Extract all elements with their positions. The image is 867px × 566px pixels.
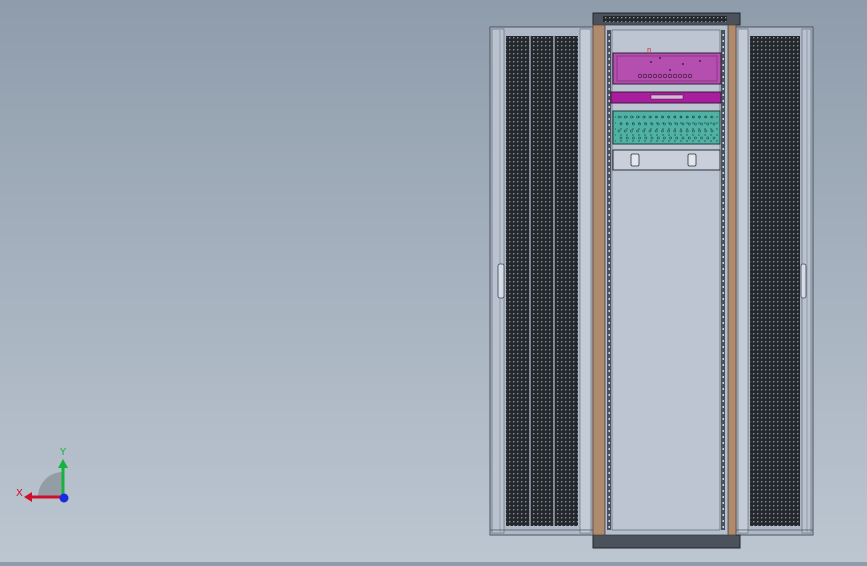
module-power-unit[interactable] <box>612 149 721 171</box>
cad-viewport[interactable]: n Y X <box>0 0 867 562</box>
y-axis-label: Y <box>59 447 67 458</box>
power-switch-right[interactable] <box>687 153 697 167</box>
right-door[interactable] <box>735 26 814 536</box>
right-frame-upright <box>727 24 737 536</box>
x-axis-label: X <box>16 488 23 499</box>
left-door[interactable] <box>489 26 594 536</box>
module-connector-panel[interactable] <box>612 110 721 145</box>
top-marker-label: n <box>647 46 651 54</box>
right-door-handle[interactable] <box>800 263 807 299</box>
z-axis-dot <box>59 493 69 503</box>
power-switch-left[interactable] <box>630 153 640 167</box>
module-cable-manager-bar[interactable] <box>610 91 722 104</box>
cable-manager-slot <box>650 94 684 100</box>
right-door-perforated-panel <box>750 36 800 526</box>
left-frame-upright <box>592 24 606 536</box>
left-door-handle[interactable] <box>497 263 505 299</box>
coordinate-triad: Y X <box>16 447 69 503</box>
cabinet-plinth <box>592 534 741 549</box>
left-door-perforated-panel <box>506 36 578 526</box>
triad-plane-indicator <box>38 472 63 497</box>
